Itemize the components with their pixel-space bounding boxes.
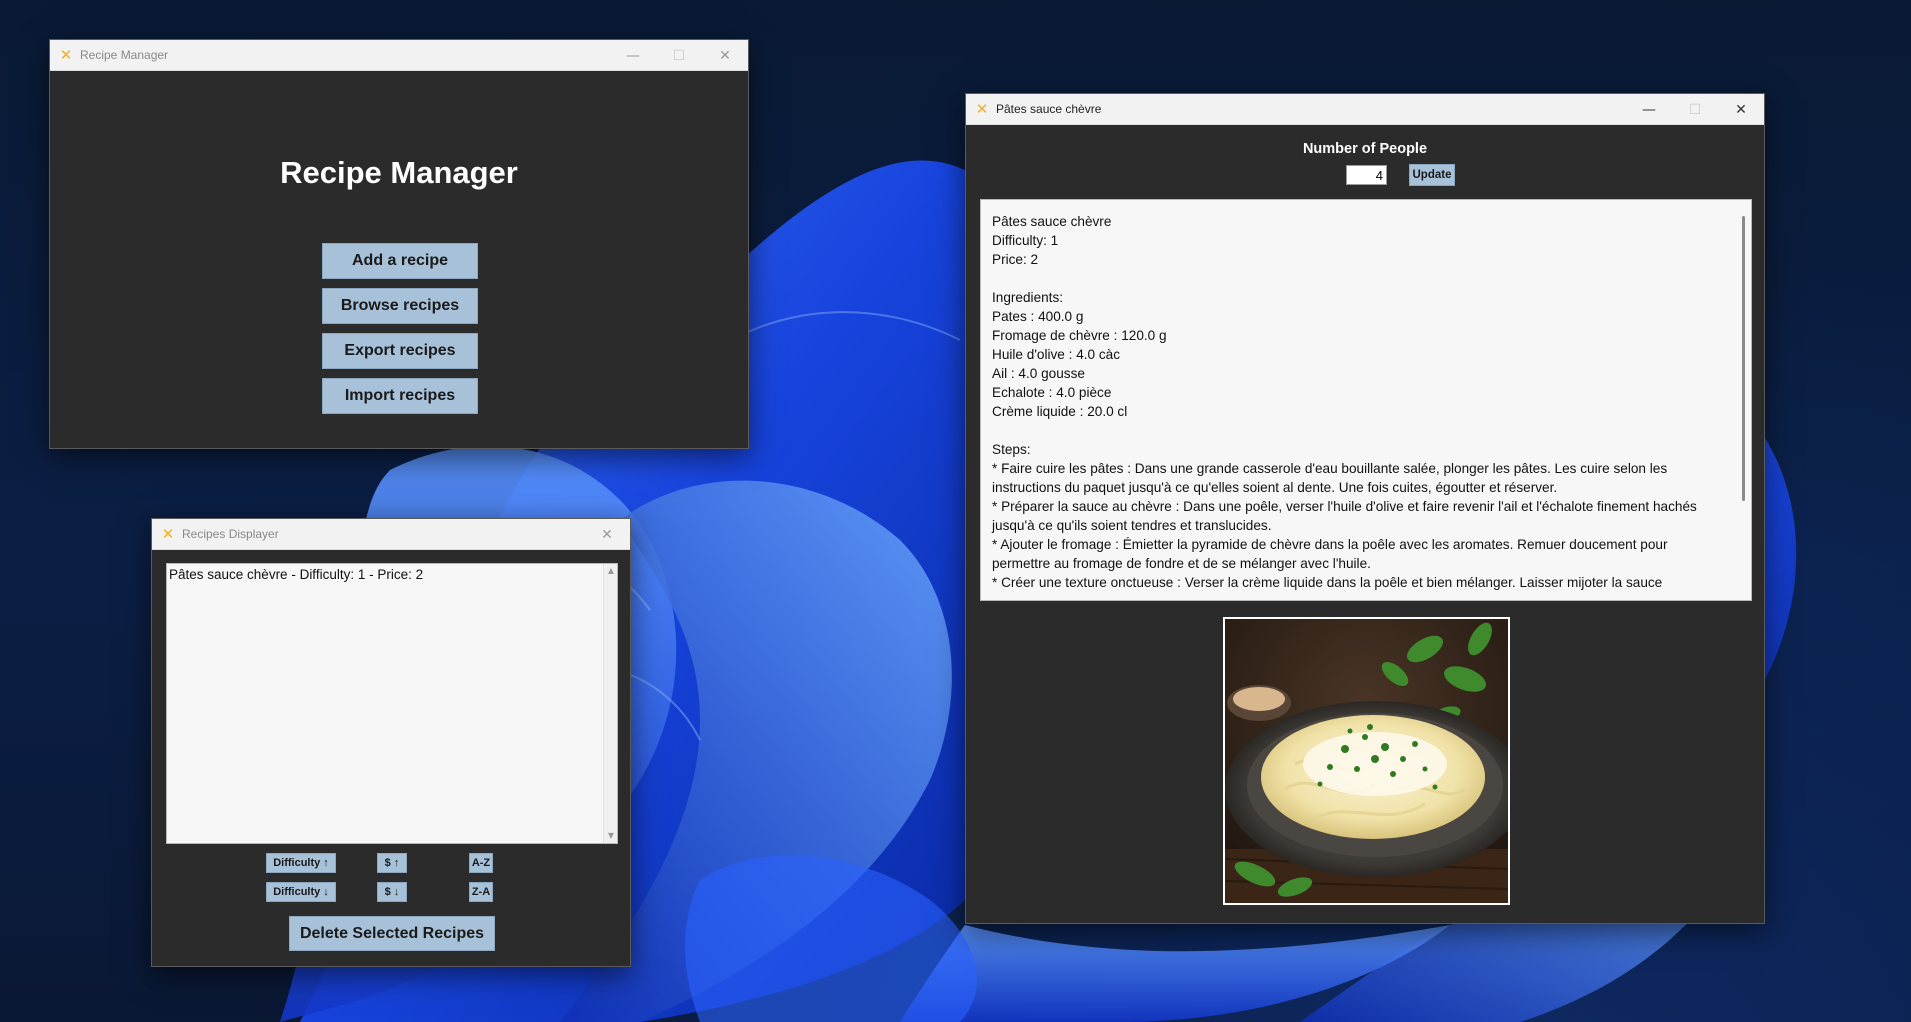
page-title: Recipe Manager — [280, 155, 518, 190]
sort-price-asc-button[interactable]: $ ↑ — [377, 853, 407, 873]
sort-za-button[interactable]: Z-A — [469, 882, 493, 902]
step-line: * Faire cuire les pâtes : Dans une grand… — [992, 461, 1668, 495]
ingredient-line: Fromage de chèvre : 120.0 g — [992, 328, 1167, 343]
maximize-button[interactable]: ☐ — [1672, 94, 1718, 125]
ingredients-header: Ingredients: — [992, 290, 1064, 305]
ingredient-line: Echalote : 4.0 pièce — [992, 385, 1112, 400]
minimize-button[interactable]: — — [610, 40, 656, 71]
list-item[interactable]: Pâtes sauce chèvre - Difficulty: 1 - Pri… — [167, 564, 617, 585]
step-line: * Créer une texture onctueuse : Verser l… — [992, 575, 1663, 590]
recipe-manager-window: ✕ Recipe Manager — ☐ ✕ Recipe Manager Ad… — [49, 39, 749, 449]
window-title: Pâtes sauce chèvre — [996, 102, 1102, 116]
sort-difficulty-asc-button[interactable]: Difficulty ↑ — [266, 853, 336, 873]
ingredient-line: Ail : 4.0 gousse — [992, 366, 1085, 381]
import-recipes-button[interactable]: Import recipes — [322, 378, 478, 414]
window-title: Recipe Manager — [80, 48, 169, 62]
close-button[interactable]: ✕ — [702, 40, 748, 71]
recipe-manager-titlebar[interactable]: ✕ Recipe Manager — ☐ ✕ — [50, 40, 748, 71]
maximize-button[interactable]: ☐ — [656, 40, 702, 71]
step-line: * Préparer la sauce au chèvre : Dans une… — [992, 499, 1697, 533]
sort-difficulty-desc-button[interactable]: Difficulty ↓ — [266, 882, 336, 902]
window-title: Recipes Displayer — [182, 527, 279, 541]
recipes-displayer-titlebar[interactable]: ✕ Recipes Displayer ✕ — [152, 519, 630, 550]
recipe-detail-titlebar[interactable]: ✕ Pâtes sauce chèvre — ☐ ✕ — [966, 94, 1764, 125]
steps-header: Steps: — [992, 442, 1031, 457]
recipe-difficulty-line: Difficulty: 1 — [992, 233, 1059, 248]
export-recipes-button[interactable]: Export recipes — [322, 333, 478, 369]
recipe-price-line: Price: 2 — [992, 252, 1039, 267]
recipes-displayer-client: Pâtes sauce chèvre - Difficulty: 1 - Pri… — [152, 550, 630, 966]
add-recipe-button[interactable]: Add a recipe — [322, 243, 478, 279]
step-line: * Ajouter le fromage : Émietter la pyram… — [992, 537, 1668, 571]
feather-icon: ✕ — [161, 525, 175, 543]
recipe-detail-window: ✕ Pâtes sauce chèvre — ☐ ✕ Number of Peo… — [965, 93, 1765, 924]
feather-icon: ✕ — [59, 46, 73, 64]
browse-recipes-button[interactable]: Browse recipes — [322, 288, 478, 324]
number-of-people-input[interactable] — [1346, 165, 1387, 185]
listbox-scrollbar[interactable]: ▲ ▼ — [603, 564, 617, 843]
scroll-down-arrow-icon[interactable]: ▼ — [604, 829, 618, 843]
minimize-button[interactable]: — — [1626, 94, 1672, 125]
recipes-listbox[interactable]: Pâtes sauce chèvre - Difficulty: 1 - Pri… — [166, 563, 618, 844]
feather-icon: ✕ — [975, 100, 989, 118]
pasta-dish-photo — [1223, 617, 1510, 905]
recipe-manager-client: Recipe Manager Add a recipe Browse recip… — [50, 71, 748, 448]
scroll-up-arrow-icon[interactable]: ▲ — [604, 564, 618, 578]
text-scrollbar-thumb[interactable] — [1742, 216, 1745, 501]
recipe-text-area[interactable]: Pâtes sauce chèvre Difficulty: 1 Price: … — [980, 199, 1752, 601]
number-of-people-label: Number of People — [1302, 141, 1428, 157]
pasta-plate-illustration — [1225, 619, 1508, 903]
delete-selected-button[interactable]: Delete Selected Recipes — [289, 916, 495, 951]
sort-az-button[interactable]: A-Z — [469, 853, 493, 873]
update-button[interactable]: Update — [1409, 164, 1455, 186]
sort-price-desc-button[interactable]: $ ↓ — [377, 882, 407, 902]
ingredient-line: Crème liquide : 20.0 cl — [992, 404, 1128, 419]
recipe-detail-client: Number of People Update Pâtes sauce chèv… — [966, 125, 1764, 923]
recipe-name-line: Pâtes sauce chèvre — [992, 214, 1112, 229]
ingredient-line: Huile d'olive : 4.0 càc — [992, 347, 1121, 362]
recipes-displayer-window: ✕ Recipes Displayer ✕ Pâtes sauce chèvre… — [151, 518, 631, 967]
close-button[interactable]: ✕ — [584, 519, 630, 550]
ingredient-line: Pates : 400.0 g — [992, 309, 1084, 324]
close-button[interactable]: ✕ — [1718, 94, 1764, 125]
